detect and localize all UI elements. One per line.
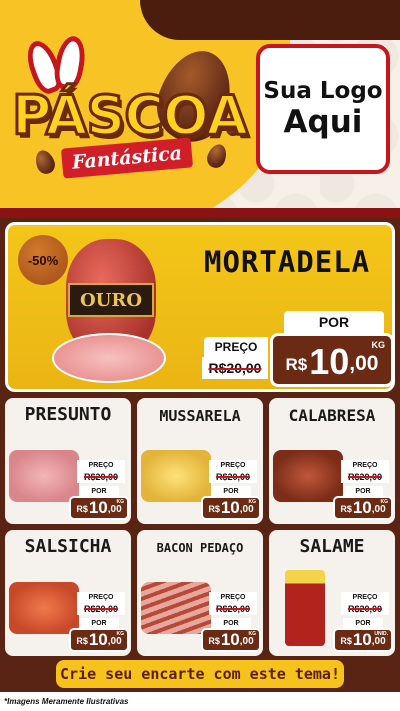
old-price: R$20,00	[209, 470, 257, 483]
featured-product-card[interactable]: OURO -50% MORTADELA PREÇO R$20,00 POR R$…	[5, 222, 395, 392]
product-card[interactable]: BACON PEDAÇO PREÇO R$20,00 POR R$ 10 ,00…	[137, 530, 263, 656]
salsicha-image	[9, 582, 79, 634]
product-card[interactable]: CALABRESA PREÇO R$20,00 POR R$ 10 ,00 KG	[269, 398, 395, 524]
new-price: R$ 10 ,00 KG	[69, 628, 129, 652]
product-card[interactable]: SALSICHA PREÇO R$20,00 POR R$ 10 ,00 KG	[5, 530, 131, 656]
product-name: PRESUNTO	[24, 404, 112, 425]
cta-banner[interactable]: Crie seu encarte com este tema!	[56, 660, 344, 688]
old-price: R$20,00	[209, 602, 257, 615]
product-name: BACON PEDAÇO	[156, 541, 244, 555]
price-unit: KG	[248, 631, 257, 637]
por-label: POR	[79, 486, 119, 496]
price-integer: 10	[220, 498, 240, 517]
old-price: R$20,00	[77, 470, 125, 483]
new-price: R$ 10 ,00 KG	[333, 496, 393, 520]
price-unit: KG	[380, 499, 389, 505]
featured-preco-label: PREÇO	[204, 337, 268, 357]
price-unit: KG	[116, 631, 125, 637]
pascoa-title: PÁSCOA	[10, 83, 249, 149]
logo-placeholder[interactable]: Sua Logo Aqui	[256, 44, 390, 174]
product-name: SALSICHA	[24, 536, 112, 557]
por-label: POR	[343, 618, 383, 628]
bacon-image	[141, 582, 211, 634]
mortadela-brand-label: OURO	[68, 283, 154, 317]
new-price: R$ 10 ,00 KG	[69, 496, 129, 520]
preco-label: PREÇO	[77, 460, 125, 470]
price-decimal: ,00	[107, 636, 122, 647]
calabresa-image	[273, 450, 343, 502]
price-integer: 10	[309, 341, 350, 382]
price-currency: R$	[76, 504, 88, 514]
price-currency: R$	[76, 636, 88, 646]
price-decimal: ,00	[349, 352, 379, 375]
por-label: POR	[79, 618, 119, 628]
brown-top-shape	[140, 0, 400, 40]
discount-badge: -50%	[18, 235, 68, 285]
price-currency: R$	[340, 636, 352, 646]
header-banner: PÁSCOA Fantástica Sua Logo Aqui	[0, 0, 400, 218]
price-decimal: ,00	[371, 504, 386, 515]
presunto-image	[9, 450, 79, 502]
price-integer: 10	[352, 498, 372, 517]
new-price: R$ 10 ,00 UNID.	[333, 628, 393, 652]
preco-label: PREÇO	[341, 460, 389, 470]
por-label: POR	[211, 618, 251, 628]
mortadela-slices-image	[52, 333, 166, 383]
preco-label: PREÇO	[341, 592, 389, 602]
product-card[interactable]: PRESUNTO PREÇO R$20,00 POR R$ 10 ,00 KG	[5, 398, 131, 524]
product-card[interactable]: SALAME PREÇO R$20,00 POR R$ 10 ,00 UNID.	[269, 530, 395, 656]
price-unit: UNID.	[374, 631, 388, 637]
mussarela-image	[141, 450, 211, 502]
old-price: R$20,00	[341, 602, 389, 615]
product-name: CALABRESA	[288, 406, 376, 425]
product-name: MUSSARELA	[159, 407, 241, 425]
por-label: POR	[211, 486, 251, 496]
preco-label: PREÇO	[77, 592, 125, 602]
price-unit: KG	[116, 499, 125, 505]
new-price: R$ 10 ,00 KG	[201, 628, 261, 652]
salame-image	[285, 570, 325, 646]
price-integer: 10	[352, 630, 372, 649]
por-label: POR	[343, 486, 383, 496]
price-unit: KG	[371, 340, 386, 350]
price-integer: 10	[220, 630, 240, 649]
product-card[interactable]: MUSSARELA PREÇO R$20,00 POR R$ 10 ,00 KG	[137, 398, 263, 524]
logo-line-2: Aqui	[283, 103, 363, 140]
featured-product-name: MORTADELA	[204, 245, 371, 279]
price-decimal: ,00	[371, 636, 386, 647]
featured-por-label: POR	[284, 311, 384, 333]
preco-label: PREÇO	[209, 460, 257, 470]
header-divider	[0, 208, 400, 218]
price-currency: R$	[208, 504, 220, 514]
price-currency: R$	[340, 504, 352, 514]
logo-line-1: Sua Logo	[263, 78, 383, 105]
featured-new-price: R$ 10 ,00 KG	[270, 333, 392, 387]
price-decimal: ,00	[239, 504, 254, 515]
price-currency: R$	[285, 355, 308, 374]
old-price: R$20,00	[77, 602, 125, 615]
featured-old-price: R$20,00	[202, 357, 268, 379]
price-decimal: ,00	[107, 504, 122, 515]
old-price: R$20,00	[341, 470, 389, 483]
price-integer: 10	[88, 498, 108, 517]
price-currency: R$	[208, 636, 220, 646]
preco-label: PREÇO	[209, 592, 257, 602]
price-unit: KG	[248, 499, 257, 505]
price-integer: 10	[88, 630, 108, 649]
product-name: SALAME	[299, 536, 365, 557]
price-decimal: ,00	[239, 636, 254, 647]
disclaimer-text: *Imagens Meramente Ilustrativas	[0, 692, 400, 711]
new-price: R$ 10 ,00 KG	[201, 496, 261, 520]
